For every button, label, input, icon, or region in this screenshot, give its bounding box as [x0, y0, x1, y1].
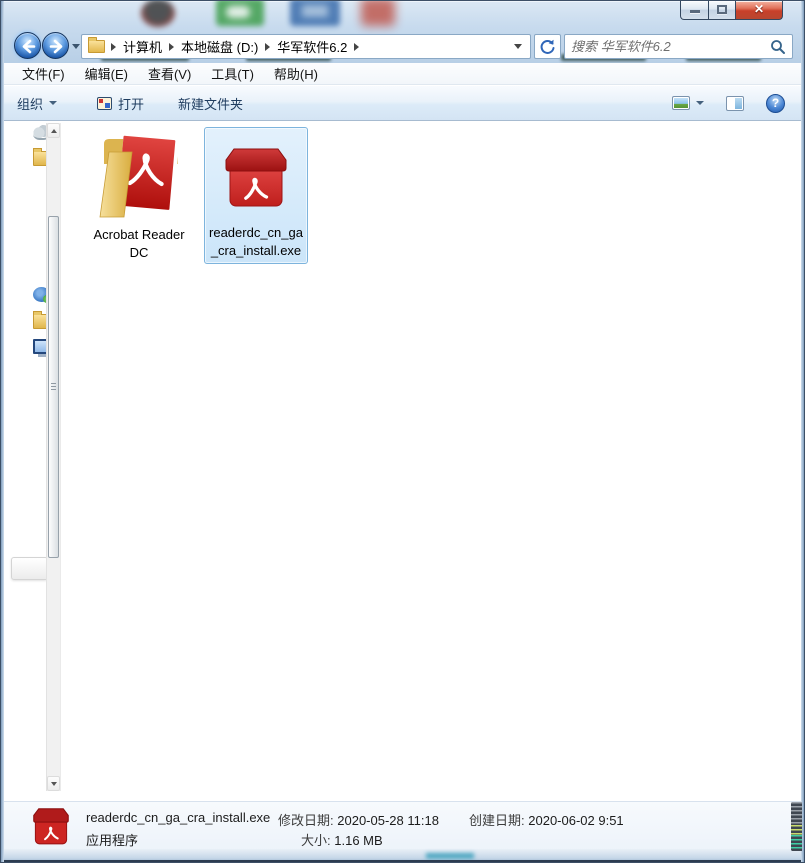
selected-file-icon	[31, 807, 71, 848]
details-file-name: readerdc_cn_ga_cra_install.exe	[86, 810, 270, 825]
size-value: 1.16 MB	[334, 833, 382, 848]
forward-button[interactable]	[42, 32, 69, 59]
horizontal-scrollbar-thumb[interactable]	[11, 557, 46, 580]
size-label: 大小:	[301, 833, 331, 848]
preview-pane-icon	[726, 96, 744, 111]
explorer-window: ✕ 计算机 本地磁盘 (D:) 华军软件6.2	[0, 0, 805, 863]
arrow-down-icon	[51, 782, 57, 786]
address-bar[interactable]: 计算机 本地磁盘 (D:) 华军软件6.2	[81, 34, 531, 59]
new-folder-label: 新建文件夹	[178, 94, 243, 113]
vertical-scrollbar[interactable]	[46, 123, 61, 791]
command-bar: 组织 打开 新建文件夹 ?	[4, 86, 801, 121]
search-icon[interactable]	[770, 39, 786, 55]
details-pane: readerdc_cn_ga_cra_install.exe 应用程序 修改日期…	[4, 801, 801, 851]
breadcrumb-separator-icon	[169, 43, 174, 51]
blurred-desktop-icon-red	[361, 1, 395, 26]
file-label: Acrobat Reader DC	[86, 226, 192, 262]
chevron-down-icon	[696, 101, 704, 105]
folder-acrobat-icon	[86, 126, 192, 218]
menu-tools[interactable]: 工具(T)	[201, 62, 264, 85]
file-item-selected-exe[interactable]: readerdc_cn_ga _cra_install.exe	[204, 127, 308, 264]
installer-box-icon	[205, 128, 307, 214]
scroll-up-button[interactable]	[47, 123, 60, 138]
application-window-icon	[97, 97, 112, 110]
modified-label: 修改日期:	[278, 813, 334, 828]
modified-value: 2020-05-28 11:18	[337, 813, 439, 828]
preview-pane-button[interactable]	[722, 91, 748, 116]
menu-file[interactable]: 文件(F)	[12, 62, 75, 85]
arrow-up-icon	[51, 129, 57, 133]
minimize-button[interactable]	[680, 1, 709, 20]
window-border-right	[801, 1, 804, 862]
breadcrumb-computer[interactable]: 计算机	[118, 37, 167, 56]
folder-icon[interactable]	[33, 314, 46, 329]
file-item-folder[interactable]: Acrobat Reader DC	[86, 126, 192, 262]
back-arrow-icon	[19, 37, 38, 56]
menu-bar: 文件(F) 编辑(E) 查看(V) 工具(T) 帮助(H)	[4, 63, 801, 85]
back-button[interactable]	[14, 32, 41, 59]
forward-arrow-icon	[47, 37, 66, 56]
refresh-button[interactable]	[534, 34, 561, 59]
blurred-desktop-icon-blue	[290, 1, 340, 26]
menu-view[interactable]: 查看(V)	[138, 62, 201, 85]
blurred-desktop-icon-qq	[141, 1, 175, 27]
details-modified: 修改日期: 2020-05-28 11:18	[278, 810, 439, 829]
cloud-icon[interactable]	[33, 125, 46, 140]
toolbar-right-group: ?	[664, 89, 789, 118]
computer-icon[interactable]	[33, 339, 46, 354]
details-file-type: 应用程序	[86, 830, 138, 849]
address-dropdown-icon[interactable]	[514, 44, 522, 49]
navigation-pane[interactable]	[4, 121, 46, 801]
open-button[interactable]: 打开	[88, 89, 153, 118]
new-folder-button[interactable]: 新建文件夹	[169, 89, 252, 118]
breadcrumb-separator-icon	[265, 43, 270, 51]
details-size: 大小: 1.16 MB	[301, 830, 383, 849]
network-icon[interactable]	[33, 287, 46, 302]
close-button[interactable]: ✕	[736, 1, 783, 20]
change-view-button[interactable]	[668, 91, 708, 115]
window-border-bottom	[1, 849, 804, 862]
views-icon	[672, 96, 690, 110]
breadcrumb-local-disk-d[interactable]: 本地磁盘 (D:)	[176, 37, 263, 56]
window-border-left	[1, 1, 4, 862]
maximize-icon	[717, 5, 727, 14]
created-value: 2020-06-02 9:51	[528, 813, 623, 828]
menu-edit[interactable]: 编辑(E)	[75, 62, 138, 85]
breadcrumb-separator-icon	[111, 43, 116, 51]
blurred-taskbar-glow	[426, 853, 474, 859]
folder-icon	[88, 40, 105, 53]
minimize-icon	[690, 10, 700, 13]
close-icon: ✕	[736, 2, 782, 16]
help-button[interactable]: ?	[762, 89, 789, 118]
search-box	[564, 34, 793, 59]
blurred-desktop-icon-green	[216, 1, 264, 26]
created-label: 创建日期:	[469, 813, 525, 828]
scrollbar-thumb[interactable]	[48, 216, 59, 558]
file-label: readerdc_cn_ga _cra_install.exe	[205, 224, 307, 260]
recent-pages-dropdown-icon[interactable]	[72, 44, 80, 49]
menu-help[interactable]: 帮助(H)	[264, 62, 328, 85]
details-created: 创建日期: 2020-06-02 9:51	[469, 810, 624, 829]
breadcrumb-separator-icon	[354, 43, 359, 51]
search-input[interactable]	[565, 39, 770, 54]
help-icon: ?	[766, 94, 785, 113]
chevron-down-icon	[49, 101, 57, 105]
folder-icon[interactable]	[33, 151, 46, 166]
organize-button[interactable]: 组织	[8, 89, 66, 118]
scroll-down-button[interactable]	[47, 776, 60, 791]
file-list-area[interactable]: Acrobat Reader DC	[61, 121, 803, 801]
window-controls: ✕	[680, 1, 783, 20]
refresh-icon	[539, 38, 556, 55]
open-label: 打开	[118, 94, 144, 113]
maximize-button[interactable]	[709, 1, 736, 20]
breadcrumb-current-folder[interactable]: 华军软件6.2	[272, 37, 352, 56]
organize-label: 组织	[17, 94, 43, 113]
blurred-taskbar-indicator	[791, 802, 802, 851]
